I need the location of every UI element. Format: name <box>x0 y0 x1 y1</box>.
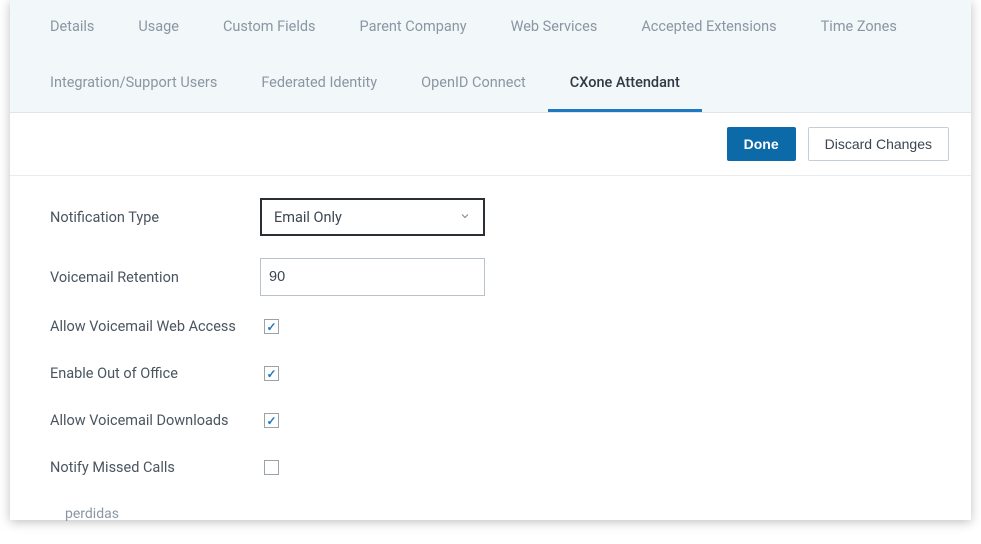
tab-usage[interactable]: Usage <box>116 0 201 56</box>
form-body: Notification Type Email Only Voicemail R… <box>10 176 971 544</box>
tab-details[interactable]: Details <box>28 0 116 56</box>
cutoff-text: perdidas <box>65 506 931 522</box>
tab-cxone-attendant[interactable]: CXone Attendant <box>548 56 702 112</box>
notify-missed-calls-checkbox[interactable] <box>264 460 279 475</box>
tabs-nav: Details Usage Custom Fields Parent Compa… <box>10 0 971 113</box>
tab-openid-connect[interactable]: OpenID Connect <box>399 56 548 112</box>
discard-changes-button[interactable]: Discard Changes <box>808 127 949 161</box>
voicemail-retention-input[interactable] <box>260 258 485 296</box>
action-bar: Done Discard Changes <box>10 113 971 176</box>
tab-web-services[interactable]: Web Services <box>489 0 620 56</box>
done-button[interactable]: Done <box>727 127 796 161</box>
tab-federated-identity[interactable]: Federated Identity <box>239 56 399 112</box>
voicemail-retention-label: Voicemail Retention <box>50 269 260 286</box>
enable-out-of-office-checkbox[interactable] <box>264 366 279 381</box>
enable-out-of-office-label: Enable Out of Office <box>50 365 260 382</box>
notify-missed-calls-label: Notify Missed Calls <box>50 459 260 476</box>
allow-downloads-label: Allow Voicemail Downloads <box>50 412 260 429</box>
notification-type-label: Notification Type <box>50 209 260 226</box>
tab-integration-support-users[interactable]: Integration/Support Users <box>28 56 239 112</box>
allow-web-access-label: Allow Voicemail Web Access <box>50 318 260 335</box>
allow-downloads-checkbox[interactable] <box>264 413 279 428</box>
notification-type-value: Email Only <box>274 209 342 226</box>
allow-web-access-checkbox[interactable] <box>264 319 279 334</box>
notification-type-select[interactable]: Email Only <box>260 198 485 236</box>
tab-accepted-extensions[interactable]: Accepted Extensions <box>619 0 798 56</box>
tab-time-zones[interactable]: Time Zones <box>799 0 919 56</box>
tab-parent-company[interactable]: Parent Company <box>338 0 489 56</box>
chevron-down-icon <box>459 209 471 226</box>
tab-custom-fields[interactable]: Custom Fields <box>201 0 338 56</box>
